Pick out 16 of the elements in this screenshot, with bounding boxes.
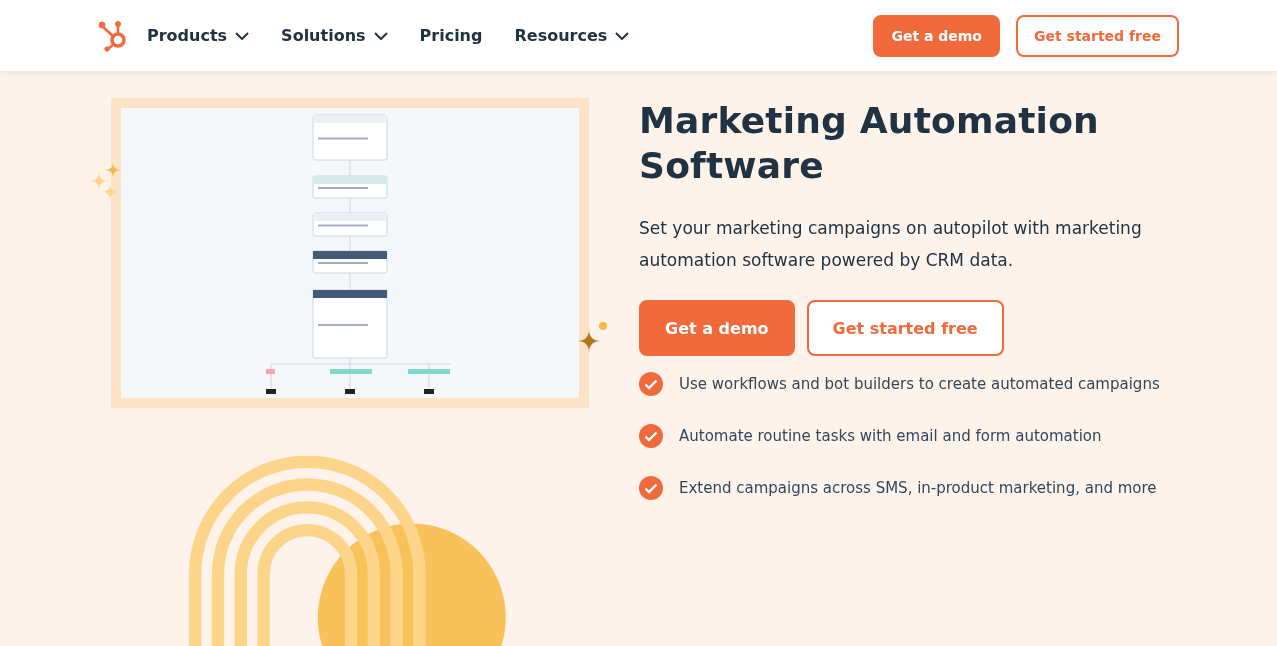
chevron-down-icon [615,31,630,40]
feature-text: Extend campaigns across SMS, in-product marketing, and more [679,479,1157,497]
check-circle-icon [639,424,663,448]
sprocket-logo-icon [98,19,128,52]
nav-menu-item[interactable]: Solutions [278,26,391,45]
nav-menu-item[interactable]: Products [144,26,253,45]
nav-menu-item[interactable]: Resources [511,26,633,45]
feature-text: Use workflows and bot builders to create automated campaigns [679,375,1160,393]
check-circle-icon [639,476,663,500]
nav-menu-item[interactable]: Pricing [416,26,486,45]
check-circle-icon [639,372,663,396]
chevron-down-icon [373,31,388,40]
hero-description: Set your marketing campaigns on autopilot with marketing automation software powered by CRM data. [639,217,1143,272]
feature-text: Automate routine tasks with email and form automation [679,427,1102,445]
page-heading: Marketing Automation Software [639,99,1100,188]
chevron-down-icon [235,31,250,40]
